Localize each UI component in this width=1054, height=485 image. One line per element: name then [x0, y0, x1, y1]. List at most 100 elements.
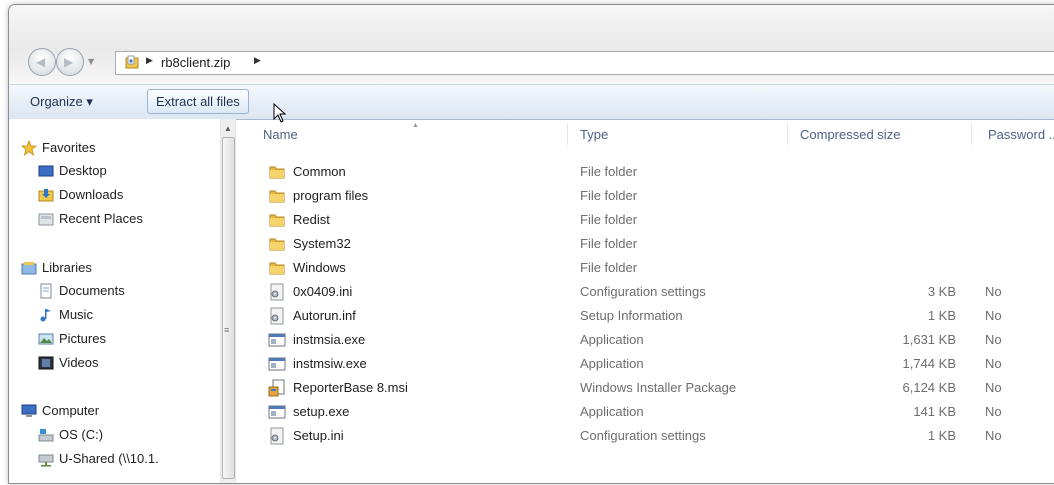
file-compressed-size: 1 KB: [927, 308, 956, 323]
file-name: program files: [293, 188, 369, 203]
table-row[interactable]: Autorun.inf Setup Information 1 KB No: [236, 304, 1054, 328]
file-password: No: [985, 356, 1002, 371]
command-bar: Organize ▾ Extract all files: [9, 84, 1054, 120]
file-type: Setup Information: [580, 308, 683, 323]
table-row[interactable]: program files File folder: [236, 184, 1054, 208]
file-type: Windows Installer Package: [580, 380, 737, 395]
folder-icon: [268, 211, 286, 229]
file-name: Autorun.inf: [293, 308, 356, 323]
file-name: ReporterBase 8.msi: [293, 380, 408, 395]
videos-icon: [38, 356, 54, 370]
recent-pages-dropdown-icon[interactable]: ▼: [88, 57, 94, 66]
file-type: Application: [580, 356, 644, 371]
file-type: Configuration settings: [580, 428, 706, 443]
file-type: File folder: [580, 260, 638, 275]
file-list: ▲ Name Type Compressed size Password ...…: [235, 119, 1054, 483]
table-row[interactable]: 0x0409.ini Configuration settings 3 KB No: [236, 280, 1054, 304]
column-header-type[interactable]: Type: [580, 127, 608, 142]
table-row[interactable]: Common File folder: [236, 160, 1054, 184]
file-compressed-size: 1,631 KB: [902, 332, 957, 347]
file-type: File folder: [580, 164, 638, 179]
column-divider[interactable]: [971, 123, 972, 145]
table-row[interactable]: Setup.ini Configuration settings 1 KB No: [236, 424, 1054, 448]
file-name: instmsiw.exe: [293, 356, 367, 371]
file-name: Setup.ini: [293, 428, 344, 443]
table-row[interactable]: setup.exe Application 141 KB No: [236, 400, 1054, 424]
file-name: Common: [293, 164, 346, 179]
file-compressed-size: 141 KB: [913, 404, 956, 419]
file-type: File folder: [580, 212, 638, 227]
desktop-icon: [38, 165, 54, 177]
navigation-pane: Favorites Desktop Downloads Recent Place…: [9, 119, 234, 483]
sort-caret-icon: ▲: [412, 122, 419, 129]
file-password: No: [985, 284, 1002, 299]
recent-places-icon: [38, 213, 54, 226]
breadcrumb-chevron-icon[interactable]: ▶: [254, 56, 261, 66]
folder-icon: [268, 235, 286, 253]
scrollbar-thumb[interactable]: [222, 137, 235, 479]
title-bar: ◀ ▶ ▼ ▶ rb8client.zip ▶ ▼: [9, 5, 1054, 83]
folder-icon: [268, 163, 286, 181]
file-type: File folder: [580, 188, 638, 203]
mouse-cursor-icon: [273, 103, 287, 123]
column-divider[interactable]: [787, 123, 788, 145]
settings-file-icon: [268, 427, 286, 445]
music-icon: [40, 309, 51, 322]
file-compressed-size: 1,744 KB: [902, 356, 957, 371]
table-row[interactable]: instmsia.exe Application 1,631 KB No: [236, 328, 1054, 352]
table-row[interactable]: instmsiw.exe Application 1,744 KB No: [236, 352, 1054, 376]
application-icon: [268, 403, 286, 421]
column-header-compressed-size[interactable]: Compressed size: [800, 127, 900, 142]
breadcrumb-item[interactable]: rb8client.zip: [161, 55, 230, 70]
settings-file-icon: [268, 307, 286, 325]
file-compressed-size: 1 KB: [927, 428, 956, 443]
documents-icon: [40, 283, 52, 299]
computer-icon: [21, 404, 37, 417]
file-type: Application: [580, 404, 644, 419]
forward-button[interactable]: ▶: [56, 48, 84, 76]
table-row[interactable]: ReporterBase 8.msi Windows Installer Pack…: [236, 376, 1054, 400]
file-name: System32: [293, 236, 351, 251]
pictures-icon: [38, 333, 54, 345]
forward-arrow-icon: ▶: [64, 55, 74, 69]
column-divider[interactable]: [567, 123, 568, 145]
file-name: instmsia.exe: [293, 332, 366, 347]
application-icon: [268, 355, 286, 373]
table-row[interactable]: System32 File folder: [236, 232, 1054, 256]
application-icon: [268, 331, 286, 349]
back-button[interactable]: ◀: [28, 48, 56, 76]
table-row[interactable]: Windows File folder: [236, 256, 1054, 280]
folder-icon: [268, 259, 286, 277]
nav-scrollbar[interactable]: ▲ ≡: [220, 119, 235, 483]
table-row[interactable]: Redist File folder: [236, 208, 1054, 232]
explorer-window: ◀ ▶ ▼ ▶ rb8client.zip ▶ ▼ Organize ▾ Ext…: [8, 4, 1054, 484]
file-name: Windows: [293, 260, 346, 275]
scroll-up-icon[interactable]: ▲: [224, 124, 232, 133]
file-name: Redist: [293, 212, 330, 227]
address-bar[interactable]: ▶ rb8client.zip ▶ ▼: [115, 51, 1054, 75]
file-type: File folder: [580, 236, 638, 251]
file-password: No: [985, 404, 1002, 419]
scrollbar-grip-icon: ≡: [224, 325, 230, 335]
breadcrumb-chevron-icon[interactable]: ▶: [146, 56, 153, 66]
organize-button[interactable]: Organize ▾: [30, 94, 93, 110]
file-type: Configuration settings: [580, 284, 706, 299]
downloads-icon: [38, 189, 54, 202]
network-drive-icon: [38, 454, 54, 467]
extract-all-files-button[interactable]: Extract all files: [147, 89, 249, 114]
file-password: No: [985, 308, 1002, 323]
file-password: No: [985, 332, 1002, 347]
star-icon: [21, 140, 37, 156]
file-compressed-size: 3 KB: [927, 284, 956, 299]
folder-user-icon: [125, 55, 139, 69]
file-type: Application: [580, 332, 644, 347]
back-arrow-icon: ◀: [36, 55, 46, 69]
drive-icon: [38, 429, 54, 442]
libraries-icon: [21, 262, 37, 275]
column-header-name[interactable]: Name: [263, 127, 298, 142]
file-password: No: [985, 380, 1002, 395]
file-password: No: [985, 428, 1002, 443]
column-header-password[interactable]: Password ...: [988, 127, 1054, 142]
settings-file-icon: [268, 283, 286, 301]
folder-icon: [268, 187, 286, 205]
